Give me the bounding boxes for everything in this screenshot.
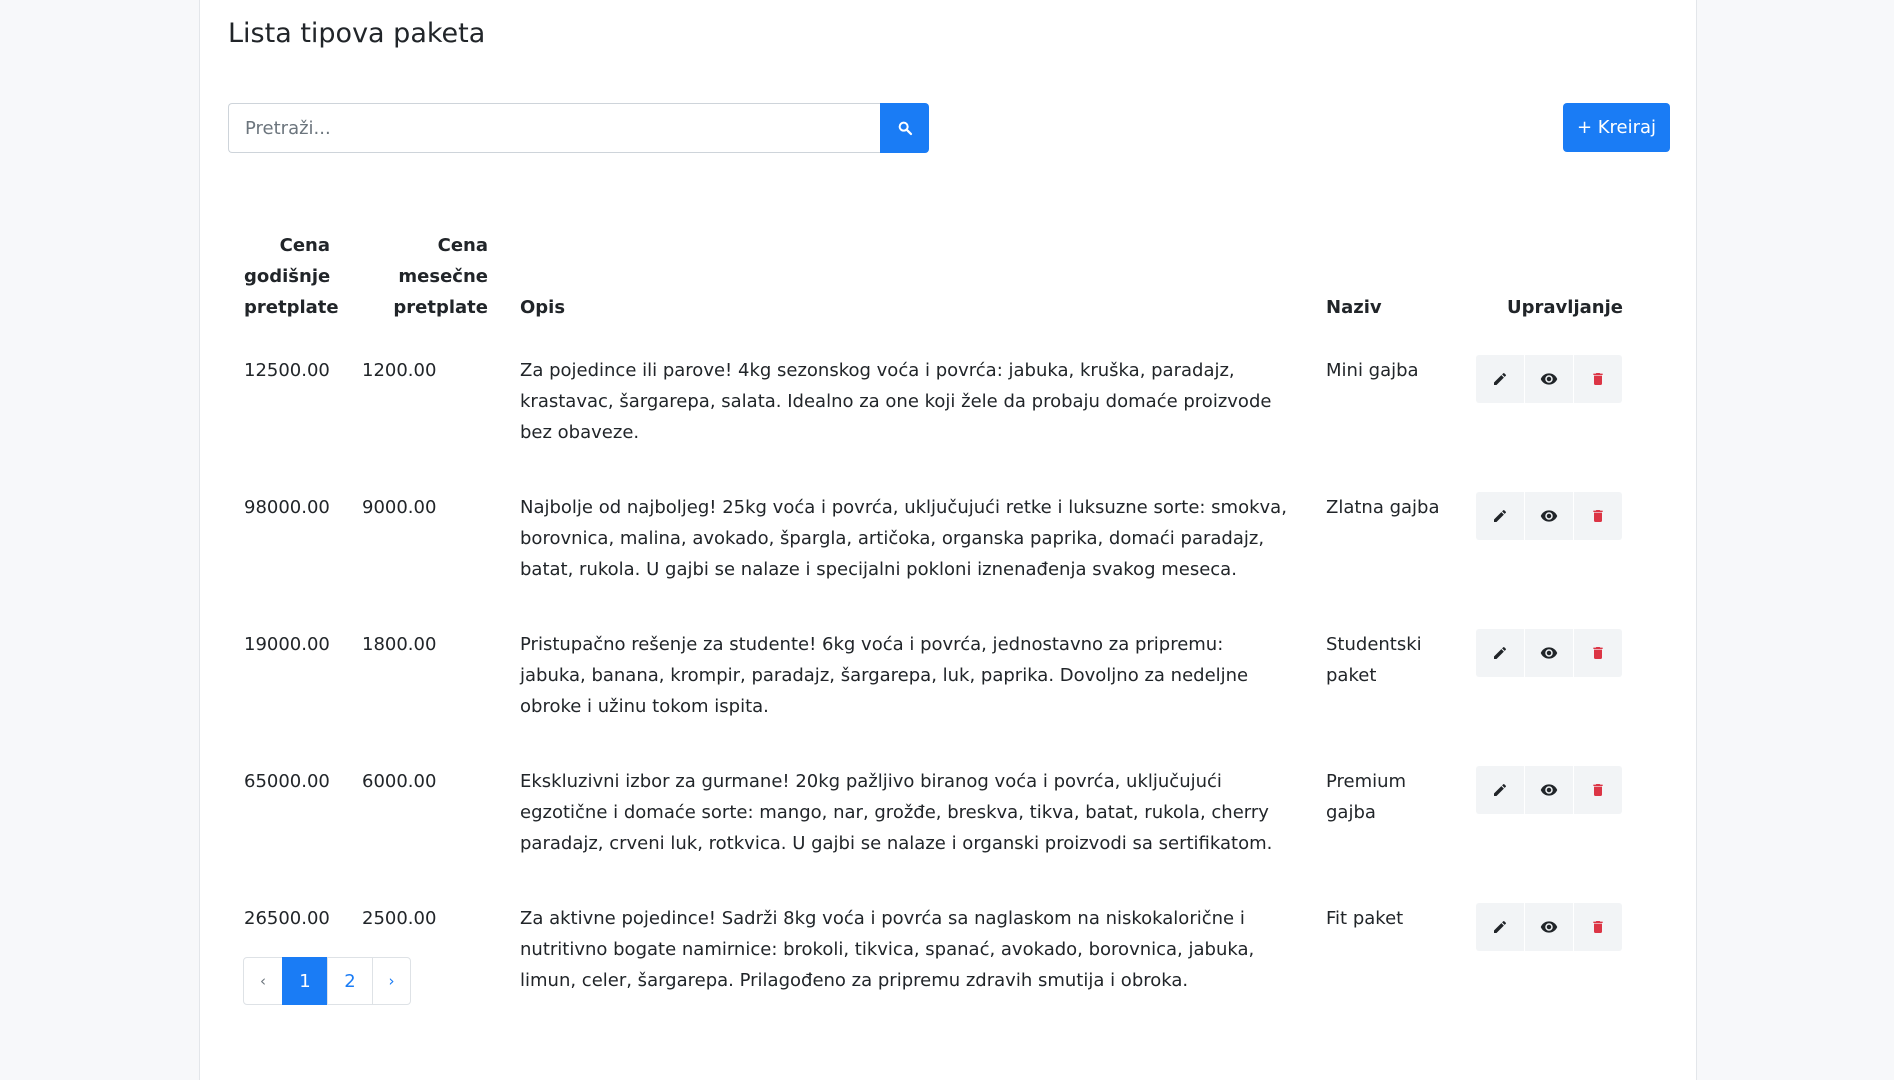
pagination-prev[interactable]: ‹ (243, 957, 283, 1005)
table-row: 12500.00 1200.00 Za pojedince ili parove! … (228, 341, 1670, 478)
pagination-next[interactable]: › (372, 957, 411, 1005)
pagination-page-1[interactable]: 1 (282, 957, 328, 1005)
cell-actions (1460, 615, 1670, 752)
cell-monthly-price: 9000.00 (362, 497, 437, 518)
cell-name: Mini gajba (1326, 360, 1419, 381)
table-body: 12500.00 1200.00 Za pojedince ili parove! … (228, 341, 1670, 1026)
cell-yearly-price: 12500.00 (244, 360, 330, 381)
edit-button[interactable] (1476, 629, 1524, 677)
create-button[interactable]: + Kreiraj (1563, 103, 1670, 152)
search-icon (898, 121, 912, 136)
action-button-group (1476, 766, 1654, 814)
cell-yearly-price: 19000.00 (244, 634, 330, 655)
column-header-description[interactable]: Opis (504, 230, 1310, 341)
edit-button[interactable] (1476, 766, 1524, 814)
cell-name: Premium gajba (1326, 771, 1407, 823)
edit-button[interactable] (1476, 903, 1524, 951)
trash-icon (1590, 371, 1606, 387)
cell-actions (1460, 752, 1670, 889)
delete-button[interactable] (1574, 766, 1622, 814)
eye-icon (1540, 918, 1558, 936)
action-button-group (1476, 492, 1654, 540)
cell-actions (1460, 478, 1670, 615)
delete-button[interactable] (1574, 492, 1622, 540)
cell-yearly-price: 98000.00 (244, 497, 330, 518)
cell-description: Za aktivne pojedince! Sadrži 8kg voća i … (520, 908, 1255, 991)
packages-table: Cena godišnje pretplate Cena mesečne pre… (228, 230, 1670, 1026)
trash-icon (1590, 919, 1606, 935)
table-row: 26500.00 2500.00 Za aktivne pojedince! Sad… (228, 889, 1670, 1026)
column-header-yearly-price[interactable]: Cena godišnje pretplate (228, 230, 346, 341)
cell-name: Zlatna gajba (1326, 497, 1440, 518)
trash-icon (1590, 782, 1606, 798)
eye-icon (1540, 507, 1558, 525)
eye-icon (1540, 644, 1558, 662)
table-row: 19000.00 1800.00 Pristupačno rešenje za st… (228, 615, 1670, 752)
edit-button[interactable] (1476, 355, 1524, 403)
cell-name: Fit paket (1326, 908, 1404, 929)
view-button[interactable] (1525, 492, 1573, 540)
cell-description: Najbolje od najboljeg! 25kg voća i povrć… (520, 497, 1287, 580)
eye-icon (1540, 781, 1558, 799)
action-button-group (1476, 903, 1654, 951)
trash-icon (1590, 645, 1606, 661)
column-header-monthly-price[interactable]: Cena mesečne pretplate (346, 230, 504, 341)
delete-button[interactable] (1574, 355, 1622, 403)
pencil-icon (1492, 645, 1508, 661)
table-row: 65000.00 6000.00 Ekskluzivni izbor za gurm… (228, 752, 1670, 889)
view-button[interactable] (1525, 766, 1573, 814)
view-button[interactable] (1525, 355, 1573, 403)
cell-monthly-price: 6000.00 (362, 771, 437, 792)
pencil-icon (1492, 782, 1508, 798)
cell-actions (1460, 889, 1670, 1026)
cell-description: Pristupačno rešenje za studente! 6kg voć… (520, 634, 1249, 717)
delete-button[interactable] (1574, 629, 1622, 677)
trash-icon (1590, 508, 1606, 524)
view-button[interactable] (1525, 629, 1573, 677)
pencil-icon (1492, 508, 1508, 524)
edit-button[interactable] (1476, 492, 1524, 540)
pencil-icon (1492, 919, 1508, 935)
table-header-row: Cena godišnje pretplate Cena mesečne pre… (228, 230, 1670, 341)
cell-monthly-price: 1800.00 (362, 634, 437, 655)
page-title: Lista tipova paketa (228, 18, 486, 49)
delete-button[interactable] (1574, 903, 1622, 951)
view-button[interactable] (1525, 903, 1573, 951)
cell-actions (1460, 341, 1670, 478)
cell-name: Studentski paket (1326, 634, 1422, 686)
pagination-page-2[interactable]: 2 (327, 957, 373, 1005)
pencil-icon (1492, 371, 1508, 387)
column-header-name[interactable]: Naziv (1310, 230, 1460, 341)
action-button-group (1476, 355, 1654, 403)
column-header-actions: Upravljanje (1507, 297, 1623, 318)
cell-description: Ekskluzivni izbor za gurmane! 20kg pažlj… (520, 771, 1273, 854)
cell-yearly-price: 65000.00 (244, 771, 330, 792)
table-row: 98000.00 9000.00 Najbolje od najboljeg! 25… (228, 478, 1670, 615)
search-button[interactable] (880, 103, 929, 153)
pagination: ‹ 1 2 › (243, 957, 411, 1005)
cell-description: Za pojedince ili parove! 4kg sezonskog v… (520, 360, 1272, 443)
search-group (228, 103, 929, 153)
action-button-group (1476, 629, 1654, 677)
eye-icon (1540, 370, 1558, 388)
main-panel: Lista tipova paketa + Kreiraj Cena godiš… (199, 0, 1697, 1080)
search-input[interactable] (228, 103, 880, 153)
cell-monthly-price: 1200.00 (362, 360, 437, 381)
